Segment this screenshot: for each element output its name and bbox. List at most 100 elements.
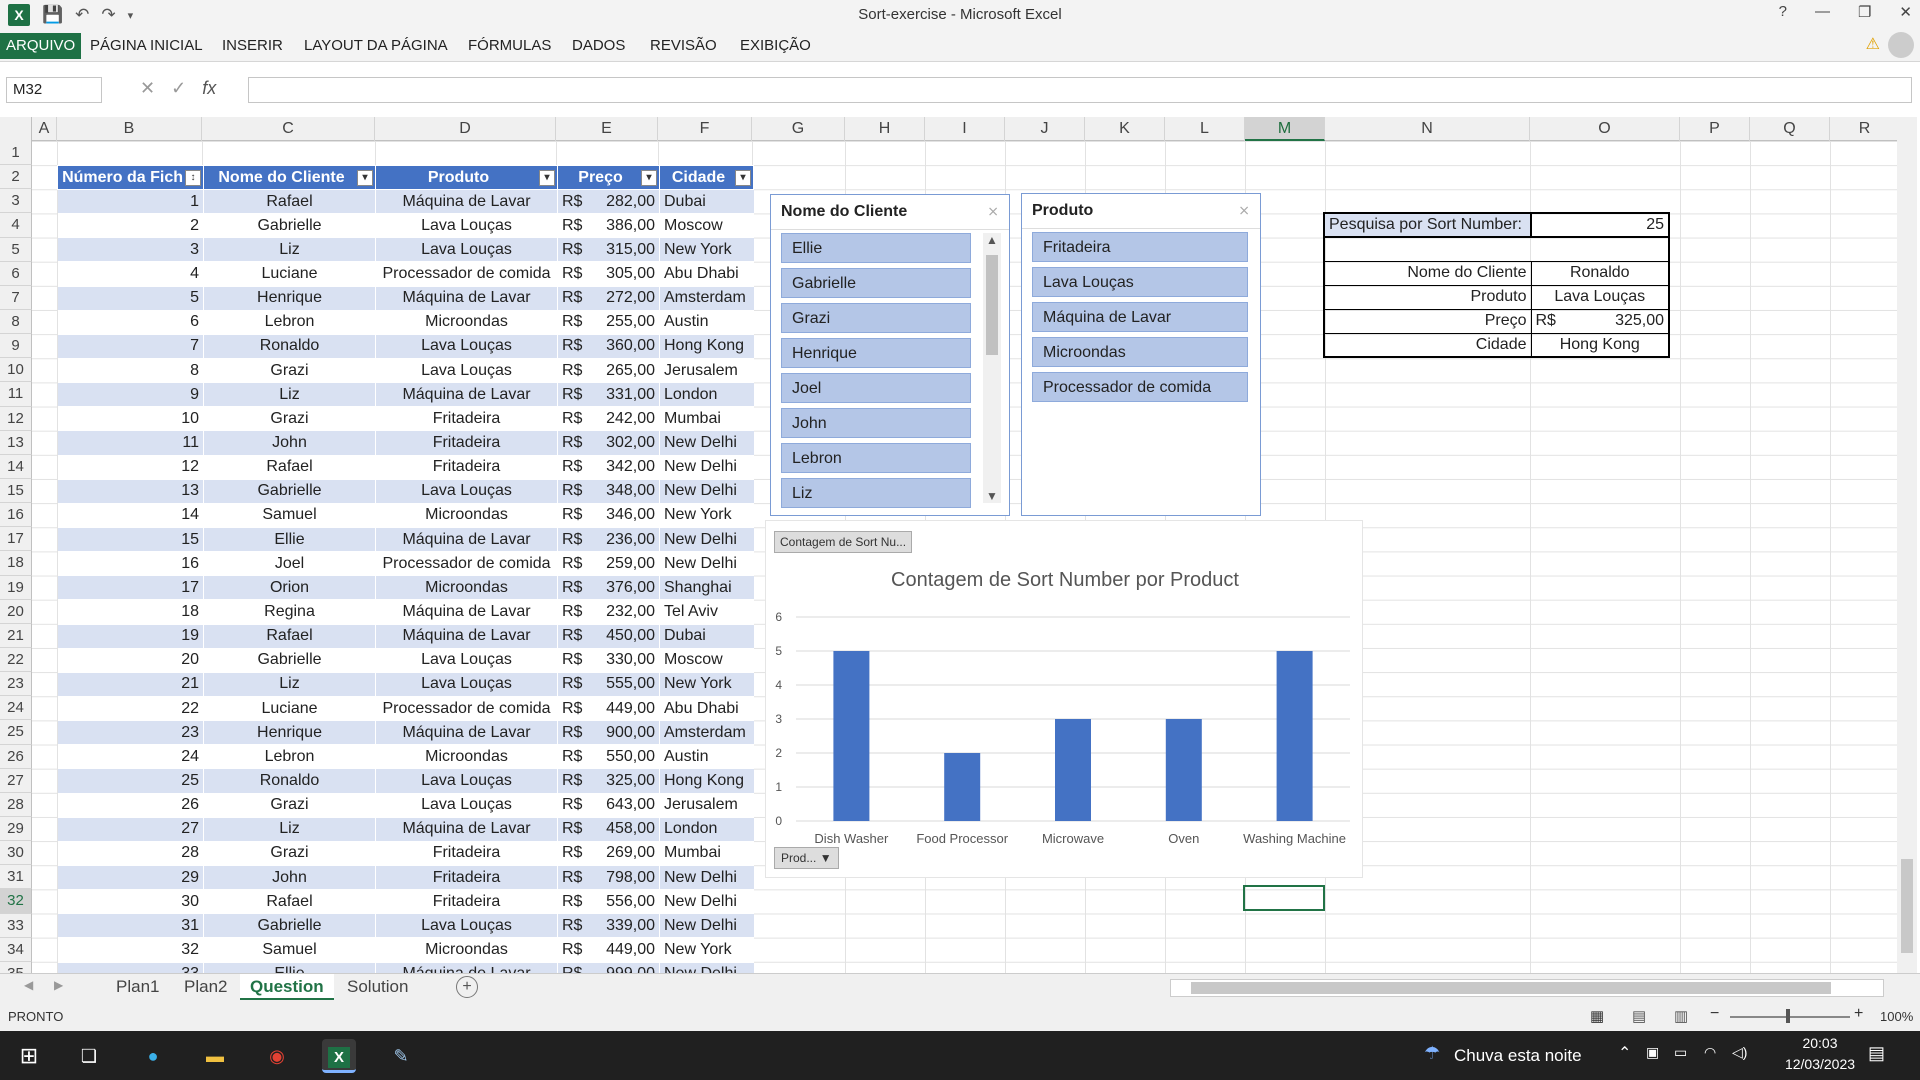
- row-header-24[interactable]: 24: [0, 696, 32, 721]
- volume-icon[interactable]: ◁): [1732, 1044, 1747, 1061]
- row-header-7[interactable]: 7: [0, 285, 32, 310]
- tab-formulas[interactable]: FÓRMULAS: [462, 33, 557, 59]
- cell-numero[interactable]: 9: [57, 382, 204, 408]
- cell-preco[interactable]: R$ 259,00: [557, 551, 660, 577]
- cell-produto[interactable]: Microondas: [375, 744, 558, 770]
- row-header-8[interactable]: 8: [0, 309, 32, 335]
- cell-numero[interactable]: 23: [57, 720, 204, 746]
- row-header-22[interactable]: 22: [0, 647, 32, 673]
- cell-produto[interactable]: Processador de comida: [375, 696, 558, 722]
- slicer-scrollbar[interactable]: ▲ ▼: [983, 233, 1001, 503]
- selected-cell[interactable]: [1243, 885, 1325, 911]
- row-header-13[interactable]: 13: [0, 430, 32, 455]
- horizontal-scrollbar[interactable]: [1170, 979, 1884, 997]
- cancel-icon[interactable]: ✕: [140, 78, 155, 99]
- cell-produto[interactable]: Lava Louças: [375, 213, 558, 239]
- cell-cliente[interactable]: Ellie: [203, 962, 376, 973]
- cell-produto[interactable]: Máquina de Lavar: [375, 817, 558, 842]
- header-preco[interactable]: Preço ▾: [557, 165, 660, 190]
- clock-date[interactable]: 12/03/2023: [1778, 1056, 1862, 1072]
- cell-cidade[interactable]: Amsterdam: [659, 720, 754, 746]
- cell-preco[interactable]: R$ 643,00: [557, 793, 660, 818]
- file-explorer-icon[interactable]: ▬: [198, 1039, 232, 1073]
- notifications-icon[interactable]: ▤: [1868, 1043, 1885, 1064]
- column-header-f[interactable]: F: [658, 117, 752, 141]
- cell-produto[interactable]: Máquina de Lavar: [375, 382, 558, 408]
- cell-cidade[interactable]: Dubai: [659, 189, 754, 215]
- enter-icon[interactable]: ✓: [171, 78, 186, 99]
- cell-preco[interactable]: R$ 255,00: [557, 310, 660, 335]
- cell-produto[interactable]: Máquina de Lavar: [375, 286, 558, 311]
- clear-filter-icon[interactable]: ⨯: [1238, 202, 1250, 219]
- task-view-icon[interactable]: ❏: [72, 1039, 106, 1073]
- cell-cliente[interactable]: Ronaldo: [203, 334, 376, 359]
- row-header-14[interactable]: 14: [0, 454, 32, 479]
- cell-preco[interactable]: R$ 386,00: [557, 213, 660, 239]
- select-all-corner[interactable]: [0, 117, 32, 141]
- cell-cliente[interactable]: Liz: [203, 817, 376, 842]
- tab-dados[interactable]: DADOS: [566, 33, 631, 59]
- cell-cliente[interactable]: Gabrielle: [203, 213, 376, 239]
- vertical-scroll-thumb[interactable]: [1901, 859, 1913, 953]
- paint-app-icon[interactable]: ✎: [384, 1039, 418, 1073]
- cell-cidade[interactable]: Mumbai: [659, 841, 754, 866]
- cell-cidade[interactable]: Abu Dhabi: [659, 696, 754, 722]
- column-header-i[interactable]: I: [925, 117, 1005, 141]
- column-header-m[interactable]: M: [1245, 117, 1325, 141]
- cell-numero[interactable]: 21: [57, 672, 204, 697]
- cell-numero[interactable]: 13: [57, 479, 204, 504]
- cell-produto[interactable]: Lava Louças: [375, 479, 558, 504]
- cell-cidade[interactable]: Amsterdam: [659, 286, 754, 311]
- column-header-o[interactable]: O: [1530, 117, 1680, 141]
- cell-preco[interactable]: R$ 458,00: [557, 817, 660, 842]
- cell-preco[interactable]: R$ 315,00: [557, 237, 660, 263]
- cell-produto[interactable]: Máquina de Lavar: [375, 720, 558, 746]
- cell-numero[interactable]: 5: [57, 286, 204, 311]
- row-header-30[interactable]: 30: [0, 841, 32, 866]
- row-header-21[interactable]: 21: [0, 623, 32, 648]
- cell-numero[interactable]: 17: [57, 575, 204, 601]
- cell-numero[interactable]: 15: [57, 527, 204, 553]
- add-sheet-icon[interactable]: +: [456, 976, 478, 998]
- cell-numero[interactable]: 6: [57, 310, 204, 335]
- row-header-6[interactable]: 6: [0, 261, 32, 286]
- clear-filter-icon[interactable]: ⨯: [987, 203, 999, 220]
- scroll-down-icon[interactable]: ▼: [983, 489, 1001, 503]
- cell-preco[interactable]: R$ 360,00: [557, 334, 660, 359]
- row-header-18[interactable]: 18: [0, 551, 32, 576]
- cell-preco[interactable]: R$ 339,00: [557, 913, 660, 939]
- edge-browser-icon[interactable]: ●: [136, 1039, 170, 1073]
- cell-numero[interactable]: 33: [57, 962, 204, 973]
- excel-taskbar-icon[interactable]: X: [322, 1039, 356, 1073]
- cell-produto[interactable]: Fritadeira: [375, 430, 558, 456]
- weather-icon[interactable]: ☂: [1424, 1043, 1440, 1064]
- column-header-r[interactable]: R: [1830, 117, 1900, 141]
- cell-preco[interactable]: R$ 556,00: [557, 889, 660, 915]
- chrome-browser-icon[interactable]: ◉: [260, 1039, 294, 1073]
- name-box[interactable]: M32: [6, 77, 102, 103]
- cell-cliente[interactable]: Luciane: [203, 696, 376, 722]
- lookup-field-value[interactable]: Hong Kong: [1531, 333, 1670, 358]
- cell-produto[interactable]: Fritadeira: [375, 865, 558, 891]
- filter-dropdown-icon[interactable]: ▾: [357, 170, 373, 186]
- tray-chevron-icon[interactable]: ⌃: [1618, 1043, 1631, 1063]
- cell-numero[interactable]: 3: [57, 237, 204, 263]
- column-header-a[interactable]: A: [32, 117, 57, 141]
- cell-cliente[interactable]: Lebron: [203, 744, 376, 770]
- vertical-scrollbar[interactable]: [1897, 117, 1917, 973]
- tab-revisao[interactable]: REVISÃO: [644, 33, 723, 59]
- cell-preco[interactable]: R$ 282,00: [557, 189, 660, 215]
- chart-bar[interactable]: [1165, 719, 1202, 821]
- chart-bar[interactable]: [944, 753, 981, 821]
- cell-produto[interactable]: Fritadeira: [375, 889, 558, 915]
- cell-numero[interactable]: 28: [57, 841, 204, 866]
- cell-preco[interactable]: R$ 449,00: [557, 937, 660, 963]
- zoom-level[interactable]: 100%: [1880, 1009, 1913, 1024]
- cell-produto[interactable]: Máquina de Lavar: [375, 189, 558, 215]
- row-header-9[interactable]: 9: [0, 334, 32, 359]
- cell-cliente[interactable]: Grazi: [203, 406, 376, 432]
- cell-preco[interactable]: R$ 331,00: [557, 382, 660, 408]
- tab-arquivo[interactable]: ARQUIVO: [0, 33, 82, 59]
- zoom-out-icon[interactable]: −: [1710, 1005, 1719, 1023]
- slicer-item[interactable]: John: [781, 408, 971, 438]
